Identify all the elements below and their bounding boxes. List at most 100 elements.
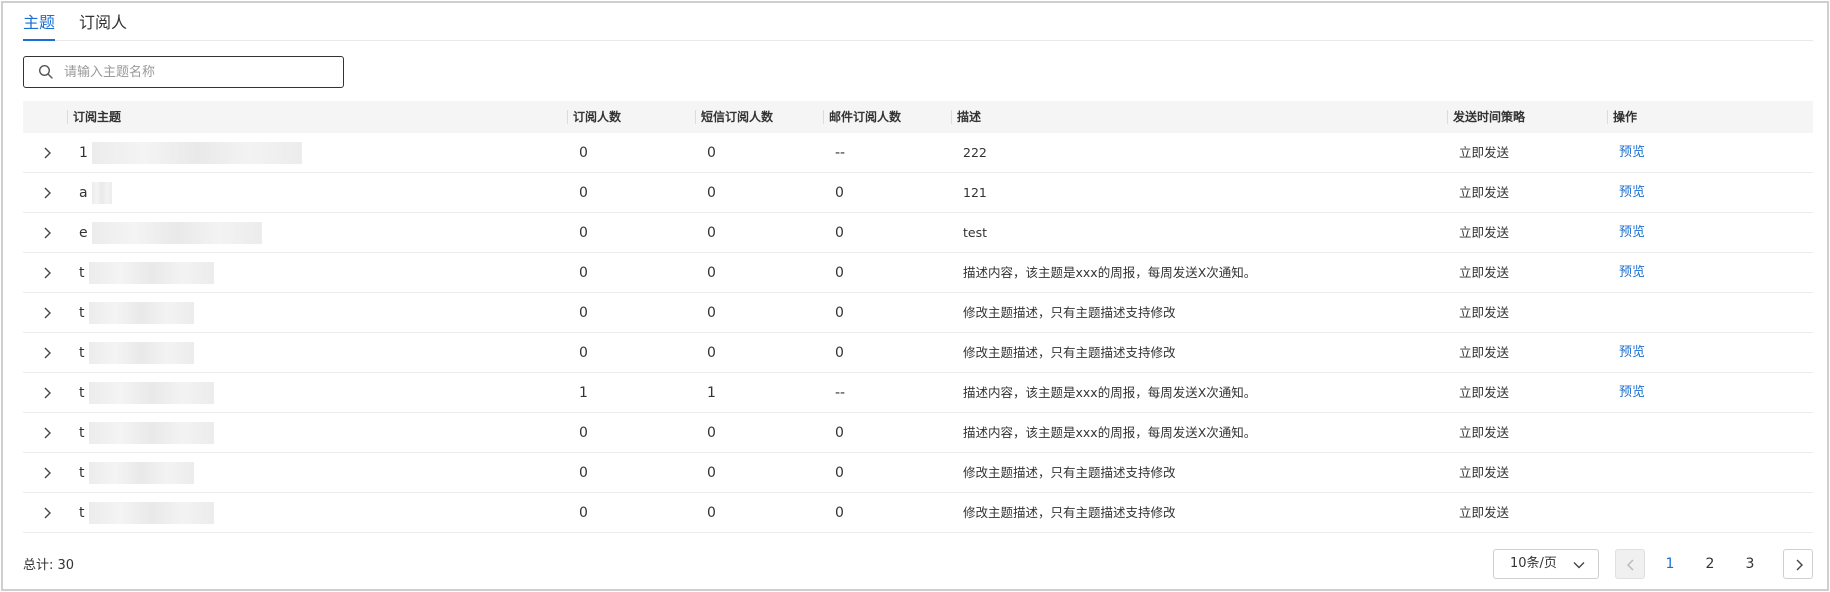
chevron-right-icon[interactable]: [39, 265, 55, 281]
redacted-text: [88, 302, 194, 324]
table-row[interactable]: t 1 1 -- 描述内容，该主题是xxx的周报，每周发送X次通知。 立即发送 预览: [23, 373, 1813, 413]
chevron-right-icon[interactable]: [39, 425, 55, 441]
preview-link[interactable]: 预览: [1619, 253, 1645, 293]
description-cell: 描述内容，该主题是xxx的周报，每周发送X次通知。: [963, 425, 1257, 440]
chevron-right-icon[interactable]: [39, 305, 55, 321]
email-cell: 0: [835, 465, 844, 481]
chevron-right-icon[interactable]: [39, 225, 55, 241]
description-cell: 222: [963, 145, 987, 160]
description-cell: 描述内容，该主题是xxx的周报，每周发送X次通知。: [963, 265, 1257, 280]
strategy-cell: 立即发送: [1459, 345, 1510, 360]
chevron-right-icon: [1796, 559, 1803, 571]
sms-cell: 1: [707, 385, 716, 401]
topic-cell: t: [79, 293, 194, 333]
table-row[interactable]: t 0 0 0 修改主题描述，只有主题描述支持修改 立即发送: [23, 453, 1813, 493]
page-1-button[interactable]: 1: [1655, 549, 1685, 579]
chevron-right-icon[interactable]: [39, 145, 55, 161]
description-cell: 修改主题描述，只有主题描述支持修改: [963, 345, 1176, 360]
strategy-cell: 立即发送: [1459, 265, 1510, 280]
strategy-cell: 立即发送: [1459, 305, 1510, 320]
topic-name: t: [79, 345, 85, 361]
topic-name: e: [79, 225, 88, 241]
page-size-select[interactable]: 10条/页: [1493, 549, 1599, 579]
email-cell: 0: [835, 305, 844, 321]
tab-bar: 主题 订阅人: [23, 3, 1813, 41]
chevron-right-icon[interactable]: [39, 185, 55, 201]
redacted-text: [91, 142, 302, 164]
subscribers-cell: 0: [579, 305, 588, 321]
table-row[interactable]: 1 0 0 -- 222 立即发送 预览: [23, 133, 1813, 173]
description-cell: 修改主题描述，只有主题描述支持修改: [963, 305, 1176, 320]
topic-name: t: [79, 465, 85, 481]
tab-topics[interactable]: 主题: [23, 13, 56, 41]
preview-link[interactable]: 预览: [1619, 213, 1645, 253]
col-header-topic: 订阅主题: [67, 101, 121, 133]
chevron-right-icon[interactable]: [39, 385, 55, 401]
description-cell: 描述内容，该主题是xxx的周报，每周发送X次通知。: [963, 385, 1257, 400]
col-header-email: 邮件订阅人数: [823, 101, 901, 133]
table-header: 订阅主题 订阅人数 短信订阅人数 邮件订阅人数 描述 发送时间策略 操作: [23, 101, 1813, 133]
strategy-cell: 立即发送: [1459, 145, 1510, 160]
strategy-cell: 立即发送: [1459, 425, 1510, 440]
search-input[interactable]: [64, 64, 314, 80]
email-cell: 0: [835, 225, 844, 241]
col-header-sms: 短信订阅人数: [695, 101, 773, 133]
col-header-action: 操作: [1607, 101, 1637, 133]
subscribers-cell: 0: [579, 145, 588, 161]
col-header-subscribers: 订阅人数: [567, 101, 621, 133]
redacted-text: [88, 502, 214, 524]
next-page-button[interactable]: [1783, 549, 1813, 579]
topic-name: t: [79, 505, 85, 521]
topic-cell: t: [79, 413, 214, 453]
topic-name: t: [79, 425, 85, 441]
chevron-down-icon: [1573, 562, 1585, 569]
subscribers-cell: 0: [579, 425, 588, 441]
topic-cell: a: [79, 173, 112, 213]
preview-link[interactable]: 预览: [1619, 333, 1645, 373]
redacted-text: [88, 422, 214, 444]
topic-name: a: [79, 185, 88, 201]
email-cell: --: [835, 385, 846, 401]
redacted-text: [88, 462, 194, 484]
app-frame: 主题 订阅人 订阅主题 订阅人数 短信订阅人数 邮件订阅人数 描述 发送时间策略…: [1, 1, 1829, 591]
table-row[interactable]: t 0 0 0 修改主题描述，只有主题描述支持修改 立即发送 预览: [23, 333, 1813, 373]
tab-subscribers[interactable]: 订阅人: [79, 13, 127, 41]
prev-page-button[interactable]: [1615, 549, 1645, 579]
table-row[interactable]: t 0 0 0 修改主题描述，只有主题描述支持修改 立即发送: [23, 293, 1813, 333]
topic-name: 1: [79, 145, 88, 161]
subscribers-cell: 0: [579, 345, 588, 361]
sms-cell: 0: [707, 225, 716, 241]
topic-cell: t: [79, 373, 214, 413]
description-cell: 修改主题描述，只有主题描述支持修改: [963, 465, 1176, 480]
subscribers-cell: 0: [579, 505, 588, 521]
chevron-right-icon[interactable]: [39, 465, 55, 481]
sms-cell: 0: [707, 505, 716, 521]
col-header-strategy: 发送时间策略: [1447, 101, 1525, 133]
topic-cell: t: [79, 453, 194, 493]
email-cell: 0: [835, 265, 844, 281]
table-row[interactable]: t 0 0 0 修改主题描述，只有主题描述支持修改 立即发送: [23, 493, 1813, 533]
sms-cell: 0: [707, 345, 716, 361]
preview-link[interactable]: 预览: [1619, 133, 1645, 173]
page-2-button[interactable]: 2: [1695, 549, 1725, 579]
sms-cell: 0: [707, 465, 716, 481]
page-3-button[interactable]: 3: [1735, 549, 1765, 579]
topics-table: 订阅主题 订阅人数 短信订阅人数 邮件订阅人数 描述 发送时间策略 操作 1 0 0…: [23, 101, 1813, 533]
table-row[interactable]: t 0 0 0 描述内容，该主题是xxx的周报，每周发送X次通知。 立即发送: [23, 413, 1813, 453]
redacted-text: [91, 222, 262, 244]
preview-link[interactable]: 预览: [1619, 173, 1645, 213]
chevron-right-icon[interactable]: [39, 345, 55, 361]
topic-name: t: [79, 305, 85, 321]
chevron-left-icon: [1627, 559, 1634, 571]
strategy-cell: 立即发送: [1459, 185, 1510, 200]
table-row[interactable]: t 0 0 0 描述内容，该主题是xxx的周报，每周发送X次通知。 立即发送 预览: [23, 253, 1813, 293]
search-box[interactable]: [23, 56, 344, 88]
email-cell: 0: [835, 425, 844, 441]
table-row[interactable]: a 0 0 0 121 立即发送 预览: [23, 173, 1813, 213]
preview-link[interactable]: 预览: [1619, 373, 1645, 413]
email-cell: 0: [835, 345, 844, 361]
chevron-right-icon[interactable]: [39, 505, 55, 521]
total-count: 总计: 30: [23, 558, 75, 573]
table-row[interactable]: e 0 0 0 test 立即发送 预览: [23, 213, 1813, 253]
subscribers-cell: 0: [579, 225, 588, 241]
